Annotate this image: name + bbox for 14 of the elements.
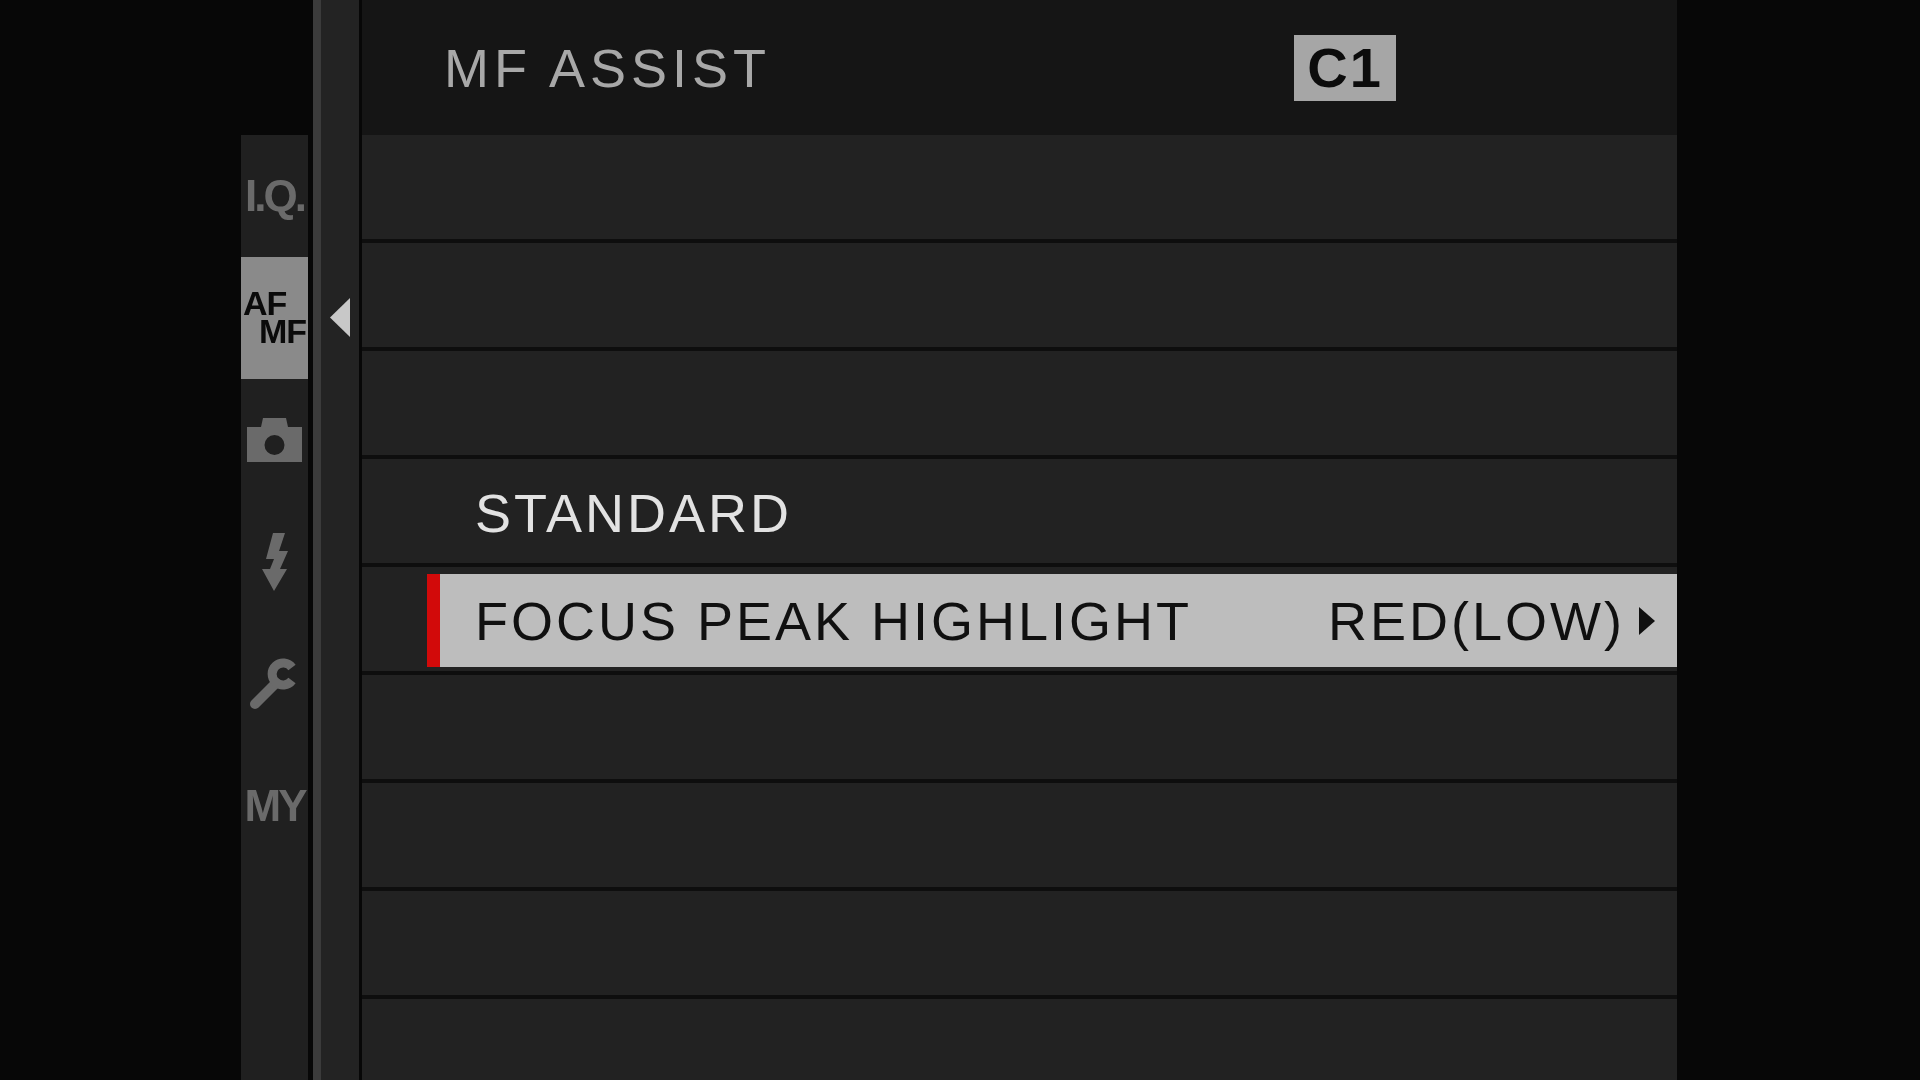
menu-row[interactable]: STANDARD <box>362 459 1677 567</box>
menu-tab[interactable]: AF MF <box>241 257 308 379</box>
camera-icon <box>247 418 302 462</box>
menu-tab[interactable]: MY <box>241 745 308 867</box>
menu-title: MF ASSIST <box>444 36 772 99</box>
caret-right-icon <box>1639 606 1655 635</box>
menu-row[interactable]: FOCUS PEAK HIGHLIGHT RED(LOW) <box>362 567 1677 675</box>
menu-tab[interactable]: I.Q. <box>241 135 308 257</box>
option-value: RED(LOW) <box>1328 589 1625 652</box>
option-label: FOCUS PEAK HIGHLIGHT <box>475 589 1193 652</box>
custom-setting-badge: C1 <box>1294 34 1396 101</box>
lightning-icon <box>260 533 289 591</box>
option-label: STANDARD <box>475 481 793 544</box>
caret-left-icon <box>330 298 350 337</box>
